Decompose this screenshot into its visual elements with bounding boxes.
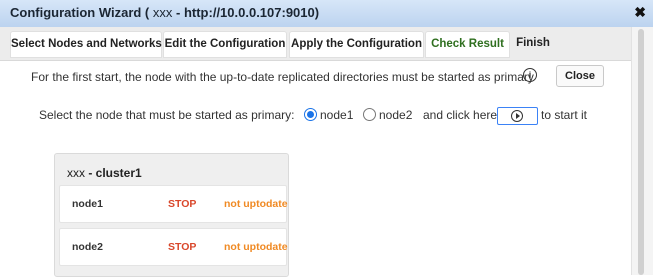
start-primary-button[interactable] [497, 107, 538, 125]
window-titlebar: Configuration Wizard ( xxx - http://10.0… [0, 0, 653, 28]
node-name: node1 [72, 198, 103, 210]
close-button[interactable]: Close [556, 65, 604, 87]
play-circle-icon [511, 110, 523, 122]
radio-node2-label[interactable]: node2 [379, 108, 412, 122]
tab-finish[interactable]: Finish [511, 31, 555, 56]
scrollbar-thumb[interactable] [638, 29, 644, 275]
click-here-text: and click here [423, 108, 498, 122]
window-title-suffix: - http://10.0.0.107:9010) [176, 5, 320, 20]
radio-node1[interactable] [304, 108, 317, 121]
vertical-scrollbar[interactable] [631, 27, 653, 275]
node-row: node2 STOP not uptodate [59, 228, 288, 266]
info-icon[interactable]: i [523, 68, 537, 82]
node-state: STOP [168, 198, 197, 210]
node-row: node1 STOP not uptodate [59, 185, 288, 223]
cluster-host: xxx [67, 166, 85, 180]
cluster-title: xxx - cluster1 [67, 166, 142, 180]
close-icon[interactable]: ✖ [634, 4, 646, 21]
radio-node1-label[interactable]: node1 [320, 108, 353, 122]
node-sync-status: not uptodate [224, 198, 288, 210]
info-message: For the first start, the node with the u… [31, 70, 534, 84]
to-start-text: to start it [541, 108, 588, 122]
tab-select-nodes[interactable]: Select Nodes and Networks [10, 31, 162, 58]
node-state: STOP [168, 241, 197, 253]
play-triangle [515, 113, 520, 119]
radio-node2[interactable] [363, 108, 376, 121]
tab-edit-configuration[interactable]: Edit the Configuration [163, 31, 287, 58]
tab-apply-configuration[interactable]: Apply the Configuration [289, 31, 424, 58]
cluster-panel: xxx - cluster1 node1 STOP not uptodate n… [54, 153, 289, 277]
window-title-prefix: Configuration Wizard ( [10, 5, 150, 20]
cluster-name: - cluster1 [88, 166, 142, 180]
tab-check-result[interactable]: Check Result [425, 31, 510, 58]
node-name: node2 [72, 241, 103, 253]
wizard-tabs: Select Nodes and Networks Edit the Confi… [0, 27, 640, 61]
window-title-host: xxx [152, 5, 173, 20]
window-title: Configuration Wizard ( xxx - http://10.0… [10, 5, 319, 20]
node-sync-status: not uptodate [224, 241, 288, 253]
primary-select-label: Select the node that must be started as … [39, 108, 295, 122]
